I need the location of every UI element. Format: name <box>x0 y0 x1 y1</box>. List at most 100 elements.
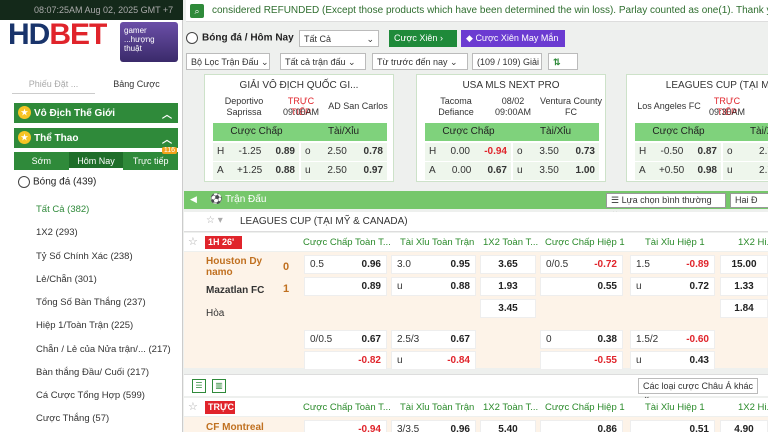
menu-item[interactable]: Tổng Số Bàn Thắng (237) <box>36 297 146 308</box>
odds-cell[interactable]: o 3.50 0.73 <box>513 143 599 161</box>
section-world-cup[interactable]: ★ Vô Địch Thế Giới ︿ <box>14 103 178 123</box>
bar-chart-icon[interactable]: ▥ <box>212 379 226 393</box>
tab-betslip[interactable]: Phiếu Đặt ... <box>12 74 95 94</box>
lucky-parlay-button[interactable]: ◆ Cược Xiên May Mắn <box>461 30 565 47</box>
handicap-h1-cell[interactable]: -0.55 <box>540 351 623 370</box>
league-row[interactable]: ☆ ▾ LEAGUES CUP (TẠI MỸ & CANADA) <box>184 212 768 232</box>
odds-type-select[interactable]: ☰ Lựa chọn bình thường ⌄ <box>606 193 726 216</box>
half-select[interactable]: Hai Đ <box>730 193 768 208</box>
tab-live[interactable]: Trực tiếp 116 <box>123 147 178 170</box>
handicap-cell[interactable]: -0.94 <box>304 420 387 432</box>
1x2-cell[interactable]: 3.45 <box>480 299 536 318</box>
line: 3.50 <box>539 165 559 176</box>
odds-cell[interactable]: o 2.75 <box>723 143 768 161</box>
line: 0 <box>546 334 552 345</box>
odd: -0.89 <box>686 259 709 270</box>
side: u <box>636 355 642 366</box>
collapse-icon[interactable]: ◀ <box>190 194 197 205</box>
menu-item[interactable]: 1X2 (293) <box>36 227 78 238</box>
1x2-cell[interactable]: 5.40 <box>480 420 536 432</box>
1x2-h1-cell[interactable]: 15.00 <box>720 255 768 274</box>
home-team[interactable]: CF Montreal <box>206 422 264 432</box>
menu-item[interactable]: Chẵn / Lẻ của Nửa trận/... (217) <box>36 344 171 355</box>
featured-card[interactable]: GIẢI VÔ ĐỊCH QUỐC GI... Deportivo Sapris… <box>204 74 394 182</box>
line: 0.00 <box>450 146 470 157</box>
all-matches-select[interactable]: Tất cả trận đấu ⌄ <box>280 53 366 70</box>
odd: -0.84 <box>447 355 470 366</box>
odds-cell[interactable]: u 2.50 0.97 <box>301 162 387 180</box>
arrow-right-icon: › <box>439 33 443 43</box>
odds-cell[interactable]: A +1.25 0.88 <box>213 162 299 180</box>
over-under-h1-cell[interactable]: 0.51 <box>630 420 715 432</box>
card-odds-row: A +0.50 0.98 u 2.75 <box>635 162 768 180</box>
tab-bet-list[interactable]: Bảng Cược <box>95 74 178 94</box>
over-under-cell[interactable]: u 0.88 <box>391 277 476 296</box>
market-select[interactable]: Tất Cả ⌄ <box>299 30 379 47</box>
1x2-h1-cell[interactable]: 1.33 <box>720 277 768 296</box>
odds-cell[interactable]: H 0.00 -0.94 <box>425 143 511 161</box>
odds-cell[interactable]: u 2.75 <box>723 162 768 180</box>
1x2-h1-cell[interactable]: 4.90 <box>720 420 768 432</box>
logo[interactable]: HDBET <box>8 18 107 52</box>
search-icon[interactable]: ⌕ <box>190 4 204 18</box>
handicap-h1-cell[interactable]: 0/0.5 -0.72 <box>540 255 623 274</box>
1x2-cell[interactable]: 1.93 <box>480 277 536 296</box>
tab-early[interactable]: Sớm <box>14 152 69 170</box>
section-sports[interactable]: ★ Thể Thao ︿ <box>14 128 178 148</box>
card-odds-row: H 0.00 -0.94 o 3.50 0.73 <box>425 143 599 161</box>
chevron-up-icon: ︿ <box>162 135 172 146</box>
promo-banner[interactable]: gamer ...hượng thuật <box>120 22 178 62</box>
parlay-button[interactable]: Cược Xiên › <box>389 30 457 47</box>
list-icon: ☰ <box>611 195 620 205</box>
over-under-cell[interactable]: 3/3.5 0.96 <box>391 420 476 432</box>
menu-item[interactable]: Hiệp 1/Toàn Trận (225) <box>36 320 133 331</box>
odds-cell[interactable]: u 3.50 1.00 <box>513 162 599 180</box>
menu-item[interactable]: Cá Cược Tổng Hợp (599) <box>36 390 145 401</box>
odds-cell[interactable]: o 2.50 0.78 <box>301 143 387 161</box>
handicap-cell[interactable]: -0.82 <box>304 351 387 370</box>
sort-icon[interactable]: ⇅ <box>548 53 578 70</box>
odds-cell[interactable]: A 0.00 0.67 <box>425 162 511 180</box>
odds-cell[interactable]: A +0.50 0.98 <box>635 162 721 180</box>
handicap-cell[interactable]: 0.89 <box>304 277 387 296</box>
date-range-select[interactable]: Từ trước đến nay ⌄ <box>372 53 468 70</box>
trophy-icon: ★ <box>18 106 31 119</box>
odds-cell[interactable]: H -1.25 0.89 <box>213 143 299 161</box>
over-under-cell[interactable]: 3.0 0.95 <box>391 255 476 274</box>
featured-card[interactable]: LEAGUES CUP (TẠI MỸ Los Angeles FC TRỰC … <box>626 74 768 182</box>
handicap-cell[interactable]: 0/0.5 0.67 <box>304 330 387 349</box>
over-under-cell[interactable]: 2.5/3 0.67 <box>391 330 476 349</box>
stats-table-icon[interactable]: ☰ <box>192 379 206 393</box>
over-under-h1-cell[interactable]: 1.5/2 -0.60 <box>630 330 715 349</box>
star-icon[interactable]: ☆ <box>188 400 198 413</box>
league-count[interactable]: (109 / 109) Giải <box>472 53 542 70</box>
home-team[interactable]: Houston Dy namo <box>206 256 266 278</box>
menu-item[interactable]: Tất Cả (382) <box>36 204 89 215</box>
sport-soccer[interactable]: Bóng đá (439) <box>18 176 96 188</box>
over-under-h1-cell[interactable]: u 0.72 <box>630 277 715 296</box>
tab-today[interactable]: Hôm Nay <box>68 152 124 170</box>
match-filter-select[interactable]: Bộ Lọc Trận Đấu ⌄ <box>186 53 270 70</box>
over-under-cell[interactable]: u -0.84 <box>391 351 476 370</box>
featured-card[interactable]: USA MLS NEXT PRO Tacoma Defiance 08/02 0… <box>416 74 606 182</box>
menu-item[interactable]: Bàn thắng Đầu/ Cuối (217) <box>36 367 149 378</box>
menu-item-count: (382) <box>67 204 90 215</box>
side-label: u <box>517 165 523 176</box>
odds-cell[interactable]: H -0.50 0.87 <box>635 143 721 161</box>
1x2-h1-cell[interactable]: 1.84 <box>720 299 768 318</box>
star-icon[interactable]: ☆ <box>188 235 198 248</box>
menu-item[interactable]: Tỷ Số Chính Xác (238) <box>36 251 133 262</box>
over-under-h1-cell[interactable]: 1.5 -0.89 <box>630 255 715 274</box>
odd: 0.67 <box>361 334 381 345</box>
handicap-h1-cell[interactable]: 0.55 <box>540 277 623 296</box>
star-icon[interactable]: ☆ ▾ <box>206 215 223 226</box>
1x2-cell[interactable]: 3.65 <box>480 255 536 274</box>
over-under-h1-cell[interactable]: u 0.43 <box>630 351 715 370</box>
handicap-cell[interactable]: 0.5 0.96 <box>304 255 387 274</box>
asian-markets-select[interactable]: Các loại cược Châu Á khác ⌄ <box>638 378 758 401</box>
menu-item[interactable]: Lẻ/Chẵn (301) <box>36 274 97 285</box>
handicap-h1-cell[interactable]: 0.86 <box>540 420 623 432</box>
handicap-h1-cell[interactable]: 0 0.38 <box>540 330 623 349</box>
menu-item[interactable]: Cược Thắng (57) <box>36 413 109 424</box>
away-team[interactable]: Mazatlan FC <box>206 285 264 296</box>
